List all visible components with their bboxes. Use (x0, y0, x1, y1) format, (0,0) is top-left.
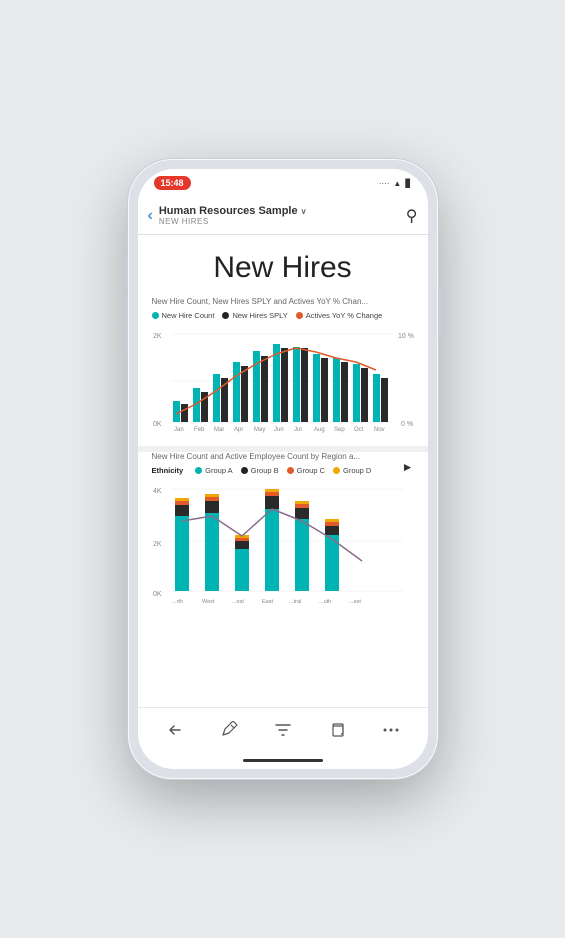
svg-text:...uth: ...uth (319, 599, 331, 605)
svg-text:Oct: Oct (354, 427, 364, 433)
chart1-container[interactable]: 2K 0K 10 % 0 % (152, 326, 414, 436)
edit-button[interactable] (211, 712, 247, 748)
svg-text:East: East (262, 599, 273, 605)
legend-dot-teal (152, 312, 159, 319)
legend-label-groupd: Group D (343, 466, 371, 475)
svg-text:Feb: Feb (194, 427, 205, 433)
chart2-header: New Hire Count and Active Employee Count… (152, 452, 414, 481)
nav-bar: ‹ Human Resources Sample ∨ NEW HIRES ⚲ (138, 197, 428, 235)
ethnicity-label: Ethnicity (152, 466, 184, 475)
legend-label-newhire: New Hire Count (162, 311, 215, 320)
legend-label-groupc: Group C (297, 466, 325, 475)
home-bar (243, 759, 323, 762)
legend-item-groupd: Group D (333, 466, 371, 475)
phone-screen: 15:48 ···· ▲ ▊ ‹ Human Resources Sample … (138, 169, 428, 769)
legend-item-newhire: New Hire Count (152, 311, 215, 320)
content-area: New Hires New Hire Count, New Hires SPLY… (138, 235, 428, 707)
legend-dot-dark (222, 312, 229, 319)
svg-text:Apr: Apr (234, 427, 243, 433)
svg-text:Nov: Nov (374, 427, 385, 433)
chart2-section: New Hire Count and Active Employee Count… (138, 452, 428, 621)
copy-button[interactable] (319, 712, 355, 748)
legend-dot-groupd (333, 467, 340, 474)
legend-dot-orange (296, 312, 303, 319)
chart1-legend: New Hire Count New Hires SPLY Actives Yo… (152, 311, 414, 320)
chart2-svg: 4K 2K 0K (152, 481, 414, 611)
more-button[interactable] (373, 712, 409, 748)
svg-text:Jan: Jan (174, 427, 184, 433)
search-button[interactable]: ⚲ (406, 206, 418, 226)
legend-item-sply: New Hires SPLY (222, 311, 287, 320)
legend-item-groupc: Group C (287, 466, 325, 475)
legend-label-groupa: Group A (205, 466, 233, 475)
chart2-legend: Ethnicity Group A Group B (152, 466, 372, 475)
svg-text:4K: 4K (153, 488, 162, 495)
chart1-section: New Hire Count, New Hires SPLY and Activ… (138, 297, 428, 446)
svg-text:2K: 2K (153, 541, 162, 548)
wifi-icon: ▲ (393, 179, 401, 188)
filter-button[interactable] (265, 712, 301, 748)
toolbar (138, 707, 428, 751)
svg-text:Aug: Aug (314, 427, 325, 433)
home-indicator (138, 751, 428, 769)
svg-text:Sep: Sep (334, 427, 345, 433)
svg-text:May: May (254, 427, 265, 433)
back-button-toolbar[interactable] (157, 712, 193, 748)
legend-item-groupa: Group A (195, 466, 233, 475)
legend-item-actives: Actives YoY % Change (296, 311, 383, 320)
svg-text:Jun: Jun (274, 427, 284, 433)
chart1-label: New Hire Count, New Hires SPLY and Activ… (152, 297, 414, 306)
signal-icon: ···· (379, 179, 390, 188)
svg-text:0 %: 0 % (401, 421, 413, 428)
svg-text:...est: ...est (232, 599, 244, 605)
svg-text:...rth: ...rth (172, 599, 183, 605)
battery-icon: ▊ (405, 179, 411, 188)
svg-text:...tral: ...tral (289, 599, 301, 605)
status-bar: 15:48 ···· ▲ ▊ (138, 169, 428, 197)
svg-text:...est: ...est (349, 599, 361, 605)
chart2-arrow-icon[interactable]: ► (402, 460, 414, 474)
svg-text:10 %: 10 % (398, 333, 414, 340)
status-icons: ···· ▲ ▊ (379, 179, 412, 188)
legend-dot-groupc (287, 467, 294, 474)
page-title: New Hires (138, 235, 428, 297)
chart1-svg: 2K 0K 10 % 0 % (152, 326, 414, 436)
back-button[interactable]: ‹ (148, 207, 153, 225)
svg-text:West: West (202, 599, 215, 605)
svg-text:Jul: Jul (294, 427, 302, 433)
legend-dot-groupb (241, 467, 248, 474)
legend-dot-groupa (195, 467, 202, 474)
phone-frame: 15:48 ···· ▲ ▊ ‹ Human Resources Sample … (128, 159, 438, 779)
nav-subtitle: NEW HIRES (159, 217, 406, 226)
chart2-label: New Hire Count and Active Employee Count… (152, 452, 372, 461)
nav-chevron-icon[interactable]: ∨ (301, 207, 307, 216)
svg-text:Mar: Mar (214, 427, 224, 433)
chart2-container[interactable]: 4K 2K 0K (152, 481, 414, 611)
svg-text:0K: 0K (153, 591, 162, 598)
nav-title-text: Human Resources Sample (159, 205, 298, 217)
legend-label-groupb: Group B (251, 466, 279, 475)
status-time: 15:48 (154, 176, 191, 190)
svg-text:0K: 0K (153, 421, 162, 428)
nav-titles: Human Resources Sample ∨ NEW HIRES (159, 205, 406, 226)
legend-item-groupb: Group B (241, 466, 279, 475)
legend-label-actives: Actives YoY % Change (306, 311, 383, 320)
nav-title-main: Human Resources Sample ∨ (159, 205, 406, 217)
legend-label-sply: New Hires SPLY (232, 311, 287, 320)
svg-text:2K: 2K (153, 333, 162, 340)
